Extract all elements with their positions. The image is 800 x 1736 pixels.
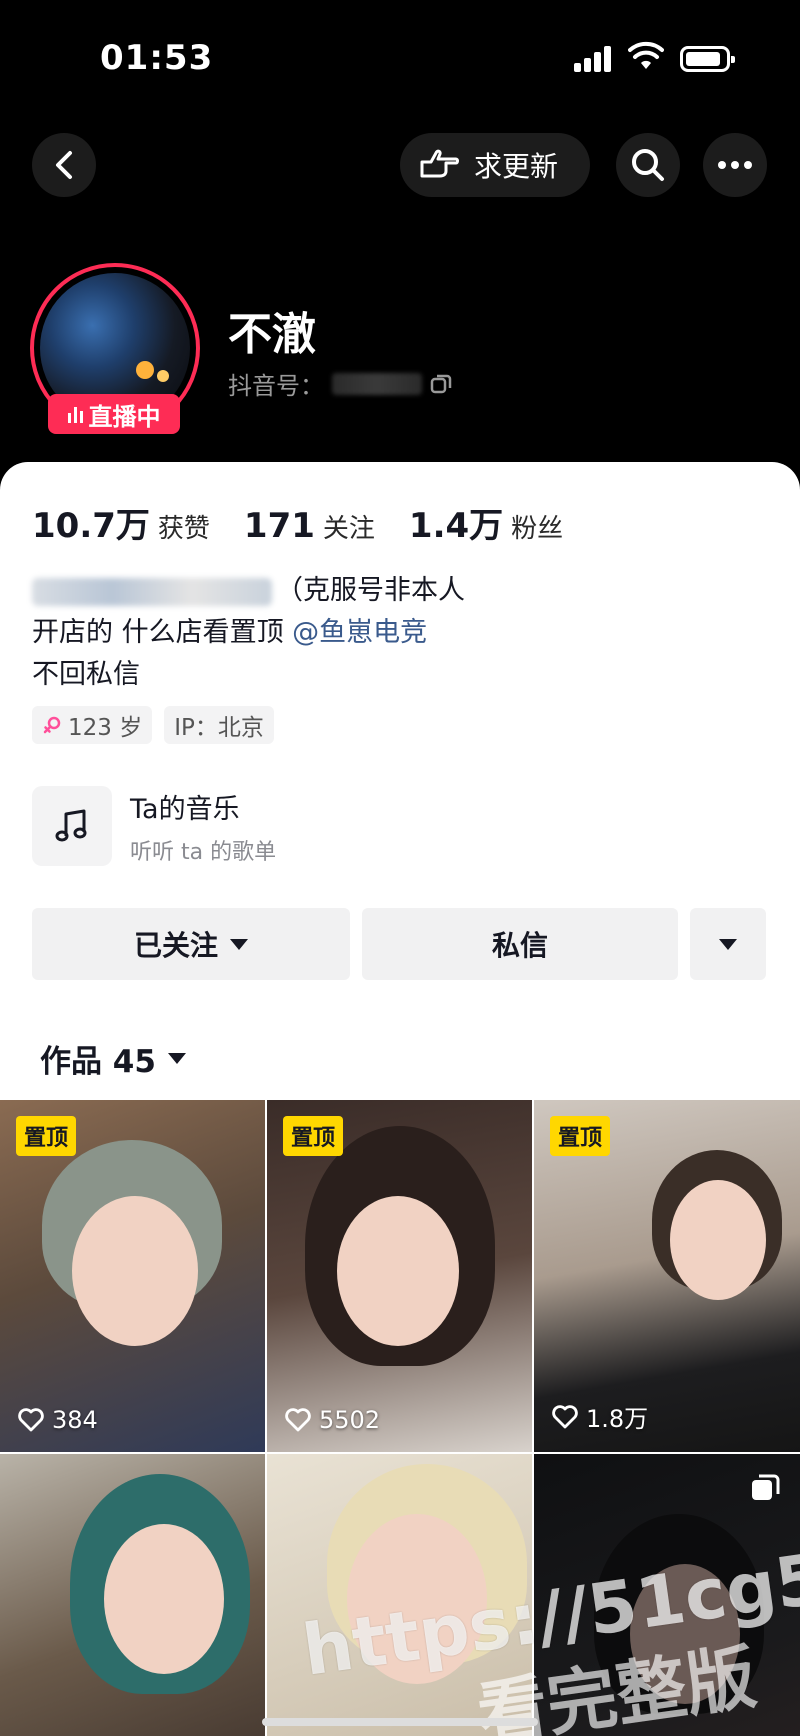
- profile-name: 不澈: [228, 309, 316, 360]
- search-icon: [632, 149, 664, 181]
- heart-icon: [18, 1408, 44, 1432]
- stat-likes-value: 10.7万: [32, 506, 150, 546]
- ip-tag-text: IP：北京: [174, 715, 264, 741]
- bio-line-2: 开店的 什么店看置顶 @鱼崽电竞: [32, 612, 465, 654]
- pinned-badge: 置顶: [16, 1116, 77, 1156]
- music-note-icon: [32, 786, 112, 866]
- stat-followers[interactable]: 1.4万 粉丝: [409, 498, 563, 547]
- bio-line-1: （克服号非本人: [32, 570, 465, 612]
- more-dots-icon: [718, 161, 752, 169]
- thumbnail-face: [670, 1180, 766, 1300]
- video-thumbnail[interactable]: 置顶 5502: [267, 1100, 532, 1452]
- stat-likes-label: 获赞: [157, 514, 210, 544]
- music-title: Ta的音乐: [130, 793, 240, 825]
- action-buttons: 已关注 私信: [32, 908, 766, 980]
- video-thumbnail[interactable]: 置顶 1.8万: [534, 1100, 800, 1452]
- multi-image-icon: [752, 1474, 780, 1500]
- heart-icon: [285, 1408, 311, 1432]
- like-count: 384: [18, 1406, 98, 1434]
- following-button[interactable]: 已关注: [32, 908, 350, 980]
- status-time: 01:53: [100, 38, 214, 78]
- chevron-left-icon: [56, 151, 72, 179]
- cellular-signal-icon: [574, 46, 614, 72]
- stat-following-value: 171: [243, 506, 315, 546]
- bio: （克服号非本人 开店的 什么店看置顶 @鱼崽电竞 不回私信: [32, 570, 465, 696]
- bio-line-1-text: （克服号非本人: [276, 575, 465, 606]
- wifi-icon: [628, 41, 664, 69]
- thumbnail-face: [337, 1196, 459, 1346]
- bio-mention-link[interactable]: @鱼崽电竞: [292, 617, 427, 648]
- request-update-button[interactable]: 求更新: [400, 133, 590, 197]
- back-button[interactable]: [32, 133, 96, 197]
- age-tag: 123 岁: [32, 706, 153, 744]
- bio-line-2-text: 开店的 什么店看置顶: [32, 617, 293, 648]
- search-button[interactable]: [616, 133, 680, 197]
- like-count-text: 5502: [319, 1406, 381, 1434]
- works-tab[interactable]: 作品 45: [40, 1036, 186, 1081]
- stats-row: 10.7万 获赞 171 关注 1.4万 粉丝: [32, 498, 563, 547]
- music-text: Ta的音乐 听听 ta 的歌单: [130, 787, 276, 866]
- age-tag-text: 123 岁: [68, 715, 143, 741]
- message-label: 私信: [491, 929, 548, 962]
- following-label: 已关注: [133, 929, 218, 962]
- ip-tag: IP：北京: [164, 706, 274, 744]
- music-entry[interactable]: Ta的音乐 听听 ta 的歌单: [32, 786, 276, 866]
- music-subtitle: 听听 ta 的歌单: [130, 839, 277, 865]
- douyin-id: 抖音号：: [228, 366, 452, 401]
- status-bar: 01:53: [0, 0, 800, 110]
- thumbnail-face: [104, 1524, 224, 1674]
- pinned-badge: 置顶: [283, 1116, 344, 1156]
- like-count-text: 1.8万: [586, 1405, 649, 1433]
- video-thumbnail[interactable]: [0, 1454, 265, 1736]
- like-count: 5502: [285, 1406, 380, 1434]
- caret-down-icon: [230, 938, 248, 950]
- like-count-text: 384: [52, 1406, 98, 1434]
- live-label: 直播中: [88, 402, 161, 431]
- home-indicator: [262, 1718, 538, 1726]
- video-thumbnail[interactable]: 置顶 384: [0, 1100, 265, 1452]
- live-bars-icon: [67, 405, 83, 423]
- stat-likes[interactable]: 10.7万 获赞: [32, 498, 210, 547]
- battery-icon: [680, 46, 735, 72]
- douyin-id-label: 抖音号：: [228, 372, 324, 400]
- more-button[interactable]: [703, 133, 767, 197]
- heart-icon: [552, 1404, 578, 1428]
- pinned-badge: 置顶: [550, 1116, 611, 1156]
- works-tab-label: 作品 45: [40, 1044, 156, 1080]
- copy-icon[interactable]: [430, 373, 452, 395]
- stat-following[interactable]: 171 关注: [244, 506, 375, 546]
- live-badge[interactable]: 直播中: [48, 394, 180, 434]
- message-button[interactable]: 私信: [362, 908, 678, 980]
- recommend-dropdown-button[interactable]: [690, 908, 766, 980]
- request-update-label: 求更新: [474, 150, 559, 183]
- bio-redacted: [32, 577, 272, 606]
- thumbnail-face: [72, 1196, 198, 1346]
- like-count: 1.8万: [552, 1399, 648, 1434]
- stat-following-label: 关注: [322, 514, 375, 544]
- pointing-hand-icon: [420, 149, 459, 178]
- caret-down-icon: [167, 1053, 186, 1064]
- caret-down-icon: [719, 938, 737, 950]
- tags-row: 123 岁 IP：北京: [32, 706, 274, 744]
- bio-line-3: 不回私信: [32, 659, 140, 690]
- stat-followers-label: 粉丝: [511, 514, 564, 544]
- douyin-id-redacted: [332, 372, 422, 395]
- female-icon: [43, 716, 61, 734]
- stat-followers-value: 1.4万: [408, 506, 504, 546]
